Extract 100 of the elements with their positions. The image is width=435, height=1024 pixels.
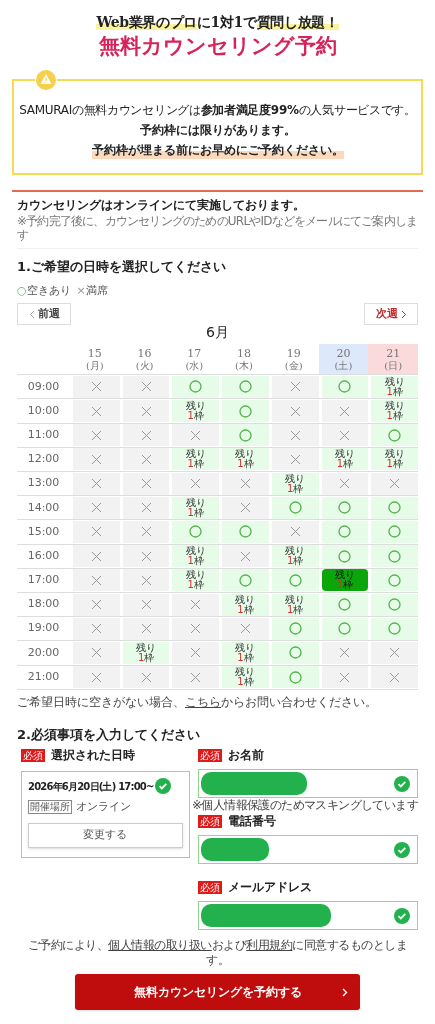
slot-cell[interactable] <box>321 545 369 568</box>
slot-cell[interactable] <box>271 666 319 689</box>
subtitle: Web業界のプロ に1対1で質問し放題！ <box>96 13 339 32</box>
cross-icon <box>289 405 301 417</box>
slot-cell[interactable] <box>271 569 319 592</box>
circle-icon <box>239 428 252 442</box>
field-label: メールアドレス <box>227 879 312 897</box>
change-button[interactable]: 変更する <box>28 822 183 848</box>
cross-icon <box>140 550 152 562</box>
slot-cell[interactable] <box>222 400 269 423</box>
time-label: 12:00 <box>26 451 61 468</box>
slot-cell[interactable]: 残り 1枠 <box>371 448 418 471</box>
slot-cell[interactable] <box>321 375 369 398</box>
slot-cell[interactable] <box>222 375 269 398</box>
slot-cell[interactable]: 残り 1枠 <box>222 641 269 664</box>
day-header: 17 (水) <box>184 345 205 373</box>
cross-icon <box>140 478 152 490</box>
online-subnote: ※予約完了後に、カウンセリングのためのURLやIDなどをメールにてご案内します <box>17 214 419 243</box>
slot-cell[interactable]: 残り 1枠 <box>271 472 319 495</box>
slot-cell[interactable] <box>172 375 220 398</box>
slot-cell[interactable] <box>321 593 369 616</box>
slot-cell[interactable]: 残り 1枠 <box>172 448 220 471</box>
cross-icon <box>140 381 152 393</box>
slot-cell[interactable]: 残り 1枠 <box>172 400 220 423</box>
circle-icon <box>239 573 252 587</box>
circle-icon <box>288 573 302 587</box>
cross-icon <box>90 623 102 635</box>
slot-cell[interactable]: 残り 1枠 <box>222 666 269 689</box>
slot-cell[interactable] <box>271 641 319 664</box>
contact-link[interactable]: こちら <box>185 694 221 709</box>
slot-cell[interactable]: 残り 1枠 <box>371 400 418 423</box>
circle-icon <box>189 380 203 394</box>
slot-cell[interactable]: 残り 1枠 <box>172 496 220 519</box>
circle-icon <box>338 525 352 539</box>
month-label: 6月 <box>205 323 230 342</box>
slot-cell[interactable]: 残り 1枠 <box>371 375 418 398</box>
circle-icon <box>288 501 302 515</box>
field-label: 電話番号 <box>227 813 276 831</box>
submit-button[interactable]: 無料カウンセリングを予約する <box>75 974 360 1011</box>
slot-cell[interactable]: 残り 1枠 <box>222 593 269 616</box>
time-label: 09:00 <box>26 378 61 395</box>
terms-link[interactable]: 利用規約 <box>246 938 293 953</box>
cross-icon <box>339 405 351 417</box>
cross-icon <box>190 671 202 683</box>
day-header: 21 (日) <box>368 344 418 375</box>
slot-cell[interactable] <box>371 569 418 592</box>
cross-icon <box>240 502 251 514</box>
slot-cell[interactable] <box>371 424 418 447</box>
legend-item: ○空きあり <box>17 282 71 299</box>
slot-cell[interactable]: 残り 1枠 <box>222 448 269 471</box>
circle-icon <box>388 549 402 563</box>
input-field[interactable] <box>197 835 418 865</box>
slot-cell[interactable] <box>371 545 418 568</box>
slot-cell[interactable]: 残り 1枠 <box>271 545 319 568</box>
time-label: 20:00 <box>26 644 61 661</box>
cross-icon <box>240 550 251 562</box>
time-label: 21:00 <box>26 668 61 685</box>
cross-icon <box>140 405 152 417</box>
circle-icon <box>239 525 252 539</box>
slot-cell[interactable] <box>271 496 319 519</box>
field-label: お名前 <box>227 747 264 765</box>
slot-cell[interactable] <box>371 617 418 640</box>
next-week-button[interactable]: 次週 <box>364 303 418 326</box>
cross-icon <box>140 526 152 538</box>
slot-cell[interactable] <box>222 424 269 447</box>
slot-cell[interactable] <box>222 520 269 543</box>
circle-icon <box>288 646 302 660</box>
slot-cell[interactable]: 残り 1枠 <box>321 569 369 592</box>
slot-cell[interactable]: 残り 1枠 <box>271 593 319 616</box>
slot-cell[interactable] <box>371 593 418 616</box>
place-value: オンライン <box>76 799 131 816</box>
slot-cell[interactable]: 残り 1枠 <box>172 545 220 568</box>
day-header: 18 (木) <box>234 345 254 373</box>
slot-cell[interactable] <box>321 520 369 543</box>
slot-cell[interactable] <box>371 496 418 519</box>
slot-cell[interactable] <box>172 520 220 543</box>
slot-cell[interactable]: 残り 1枠 <box>122 641 170 664</box>
circle-icon <box>288 670 302 684</box>
slot-cell[interactable] <box>321 617 369 640</box>
time-label: 13:00 <box>26 475 61 492</box>
slot-cell[interactable]: 残り 1枠 <box>321 448 369 471</box>
cross-icon <box>339 671 351 683</box>
circle-icon <box>388 428 402 442</box>
cross-icon <box>90 526 102 538</box>
slot-cell[interactable] <box>371 520 418 543</box>
time-label: 10:00 <box>26 402 61 419</box>
slot-cell[interactable] <box>271 617 319 640</box>
circle-icon <box>338 380 352 394</box>
chevron-right-icon <box>400 309 407 319</box>
prev-week-button[interactable]: 前週 <box>17 303 71 326</box>
input-field[interactable] <box>197 901 418 931</box>
slot-cell[interactable] <box>222 569 269 592</box>
field-label: 選択された日時 <box>51 747 135 765</box>
slot-cell[interactable] <box>321 496 369 519</box>
cross-icon <box>289 526 301 538</box>
notice-text: SAMURAIの無料カウンセリングは参加者満足度99%の人気サービスです。 <box>19 102 416 120</box>
privacy-link[interactable]: 個人情報の取り扱い <box>108 938 212 953</box>
section-heading: 2.必須事項を入力してください <box>17 725 201 744</box>
input-field[interactable] <box>197 769 418 799</box>
slot-cell[interactable]: 残り 1枠 <box>172 569 220 592</box>
